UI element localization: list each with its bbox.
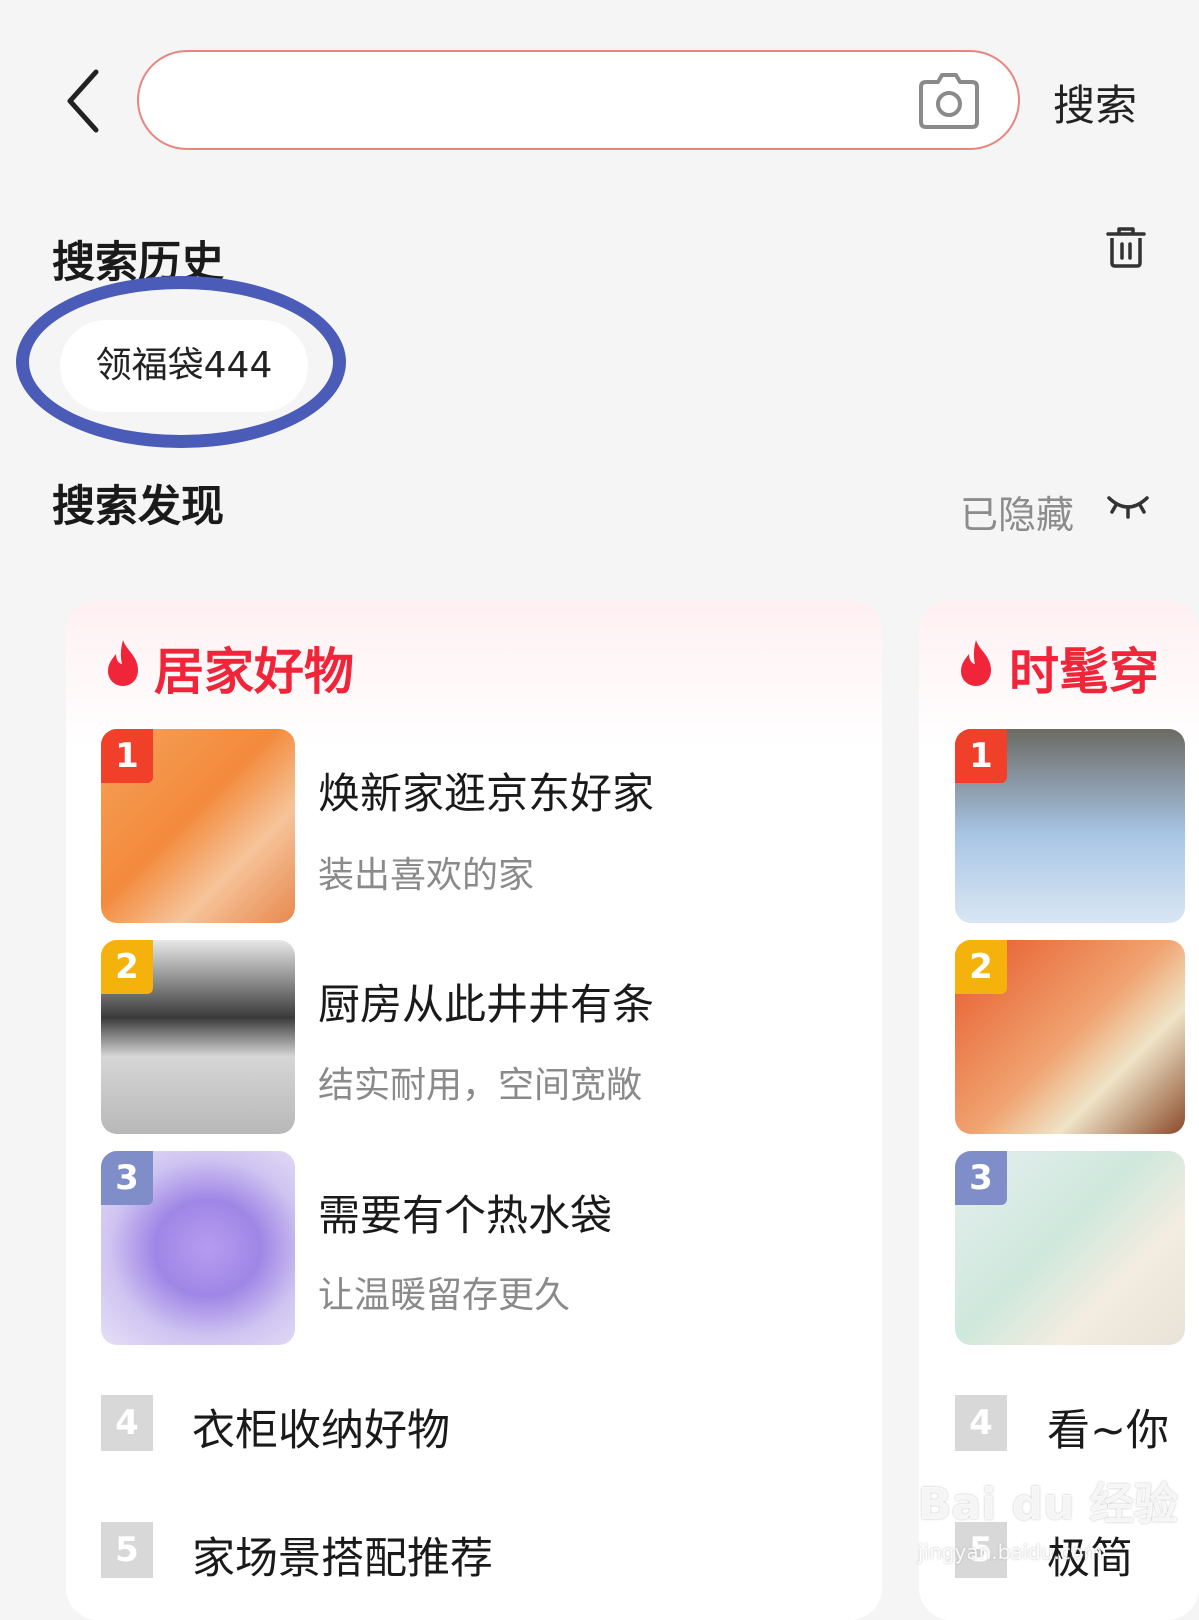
eye-closed-icon xyxy=(1107,496,1149,519)
rank-badge: 3 xyxy=(955,1151,1007,1205)
item-title[interactable]: 看~你 xyxy=(1047,1396,1169,1458)
camera-button[interactable] xyxy=(918,72,980,130)
item-title[interactable]: 家场景搭配推荐 xyxy=(192,1524,493,1586)
item-thumbnail[interactable]: 2 xyxy=(955,940,1185,1134)
trash-icon xyxy=(1106,227,1146,268)
annotation-circle xyxy=(16,276,346,448)
item-subtitle: 装出喜欢的家 xyxy=(318,855,535,896)
item-title[interactable]: 焕新家逛京东好家 xyxy=(318,760,654,821)
item-subtitle: 结实耐用，空间宽敞 xyxy=(318,1065,643,1106)
item-title[interactable]: 需要有个热水袋 xyxy=(318,1182,612,1243)
item-subtitle: 让温暖留存更久 xyxy=(318,1275,571,1316)
back-button[interactable] xyxy=(62,66,106,136)
hidden-toggle-label[interactable]: 已隐藏 xyxy=(960,484,1074,539)
rank-badge: 3 xyxy=(101,1151,153,1205)
flame-icon xyxy=(961,640,991,686)
rank-badge: 1 xyxy=(101,729,153,783)
discover-card-fashion: 时髦穿 1 2 3 4 看~你 5 极简 xyxy=(919,600,1199,1620)
item-thumbnail[interactable]: 3 xyxy=(101,1151,295,1345)
item-thumbnail[interactable]: 2 xyxy=(101,940,295,1134)
search-box[interactable] xyxy=(137,50,1020,150)
card-title: 时髦穿 xyxy=(1009,643,1159,701)
rank-badge: 5 xyxy=(101,1522,153,1578)
clear-history-button[interactable] xyxy=(1104,225,1148,269)
card-title: 居家好物 xyxy=(154,643,354,701)
search-button[interactable]: 搜索 xyxy=(1053,72,1137,133)
rank-badge: 2 xyxy=(101,940,153,994)
item-thumbnail[interactable]: 1 xyxy=(101,729,295,923)
watermark-url: jingyan.baidu.com xyxy=(918,1540,1103,1564)
rank-badge: 1 xyxy=(955,729,1007,783)
watermark-brand: Bai du 经验 xyxy=(918,1479,1178,1530)
rank-badge: 4 xyxy=(955,1395,1007,1451)
item-title[interactable]: 衣柜收纳好物 xyxy=(192,1396,450,1458)
search-input[interactable] xyxy=(179,70,923,132)
camera-icon xyxy=(919,73,979,129)
visibility-toggle[interactable] xyxy=(1106,490,1150,522)
discover-card-home: 居家好物 1 焕新家逛京东好家 装出喜欢的家 2 厨房从此井井有条 结实耐用，空… xyxy=(66,600,882,1620)
item-thumbnail[interactable]: 1 xyxy=(955,729,1185,923)
discover-title: 搜索发现 xyxy=(52,482,224,532)
rank-badge: 4 xyxy=(101,1395,153,1451)
rank-badge: 2 xyxy=(955,940,1007,994)
back-arrow-icon xyxy=(67,69,99,133)
flame-icon xyxy=(108,640,138,686)
item-title[interactable]: 厨房从此井井有条 xyxy=(318,971,654,1032)
item-thumbnail[interactable]: 3 xyxy=(955,1151,1185,1345)
